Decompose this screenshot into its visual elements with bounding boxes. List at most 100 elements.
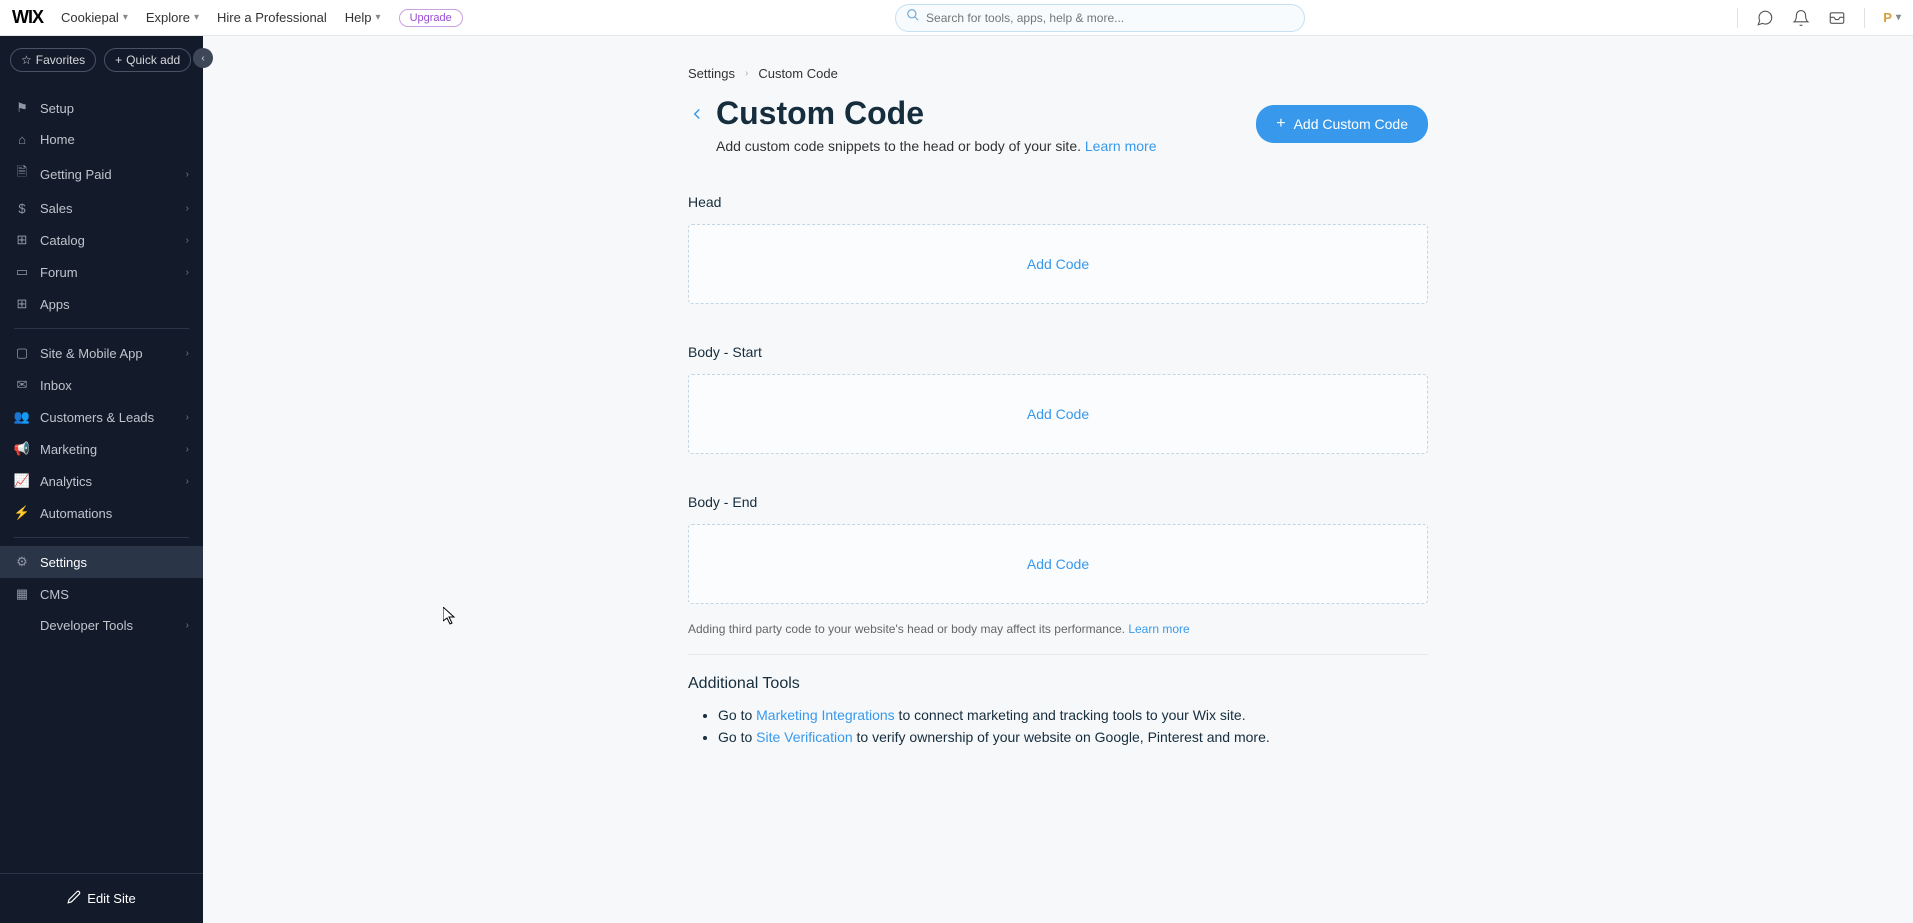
- favorites-button[interactable]: ☆ Favorites: [10, 48, 96, 72]
- head-add-code-box[interactable]: Add Code: [688, 224, 1428, 304]
- body-start-add-code-box[interactable]: Add Code: [688, 374, 1428, 454]
- marketing-integrations-link[interactable]: Marketing Integrations: [756, 707, 895, 723]
- upgrade-button[interactable]: Upgrade: [399, 9, 463, 27]
- tools-item-prefix: Go to: [718, 729, 756, 745]
- disclaimer-learn-more-link[interactable]: Learn more: [1128, 622, 1189, 636]
- search-box[interactable]: [895, 4, 1305, 32]
- chevron-down-icon: ▾: [1896, 12, 1901, 23]
- add-custom-code-button[interactable]: + Add Custom Code: [1256, 105, 1428, 143]
- sidebar-item-label: Forum: [40, 265, 78, 280]
- chevron-right-icon: ›: [186, 267, 189, 278]
- chevron-right-icon: ›: [186, 620, 189, 631]
- sidebar-item-analytics[interactable]: 📈Analytics›: [0, 465, 203, 497]
- body-end-add-code-box[interactable]: Add Code: [688, 524, 1428, 604]
- automations-icon: ⚡: [14, 505, 30, 521]
- sidebar-item-label: Settings: [40, 555, 87, 570]
- chevron-right-icon: ›: [186, 412, 189, 423]
- sidebar-item-getting-paid[interactable]: 🗎Getting Paid›: [0, 155, 203, 193]
- sidebar-item-developer-tools[interactable]: Developer Tools ›: [0, 610, 203, 641]
- sidebar-item-sales[interactable]: $Sales›: [0, 193, 203, 224]
- sidebar-nav: ⚑Setup⌂Home🗎Getting Paid›$Sales›⊞Catalog…: [0, 84, 203, 873]
- star-icon: ☆: [21, 53, 32, 67]
- quick-add-button[interactable]: + Quick add: [104, 48, 191, 72]
- sidebar-item-home[interactable]: ⌂Home: [0, 124, 203, 155]
- disclaimer-text: Adding third party code to your website'…: [688, 622, 1125, 636]
- site-verification-link[interactable]: Site Verification: [756, 729, 853, 745]
- main-content: Settings › Custom Code Custom Code Add c…: [203, 36, 1913, 923]
- body-start-section: Body - Start Add Code: [688, 344, 1428, 454]
- head-section: Head Add Code: [688, 194, 1428, 304]
- section-label: Head: [688, 194, 1428, 210]
- content-wrap: Settings › Custom Code Custom Code Add c…: [688, 66, 1428, 745]
- sidebar-item-label: Analytics: [40, 474, 92, 489]
- sidebar-divider: [14, 537, 189, 538]
- chevron-right-icon: ›: [186, 476, 189, 487]
- divider: [1737, 8, 1738, 28]
- sidebar-item-setup[interactable]: ⚑Setup: [0, 92, 203, 124]
- cms-icon: ▦: [14, 586, 30, 602]
- sidebar-item-site-mobile-app[interactable]: ▢Site & Mobile App›: [0, 337, 203, 369]
- learn-more-link[interactable]: Learn more: [1085, 138, 1157, 154]
- home-icon: ⌂: [14, 132, 30, 147]
- back-button[interactable]: [688, 105, 706, 128]
- chevron-down-icon: ▾: [123, 12, 128, 23]
- list-item: Go to Marketing Integrations to connect …: [718, 707, 1428, 723]
- divider: [1864, 8, 1865, 28]
- profile-letter: P: [1883, 10, 1892, 25]
- sidebar-item-automations[interactable]: ⚡Automations: [0, 497, 203, 529]
- sidebar-top-buttons: ☆ Favorites + Quick add: [0, 36, 203, 84]
- sidebar-item-customers-leads[interactable]: 👥Customers & Leads›: [0, 401, 203, 433]
- forum-icon: ▭: [14, 264, 30, 280]
- sidebar-item-forum[interactable]: ▭ Forum ›: [0, 256, 203, 288]
- sidebar-item-label: Setup: [40, 101, 74, 116]
- sidebar: ‹ ☆ Favorites + Quick add ⚑Setup⌂Home🗎Ge…: [0, 36, 203, 923]
- chevron-right-icon: ›: [186, 348, 189, 359]
- sidebar-item-marketing[interactable]: 📢Marketing›: [0, 433, 203, 465]
- wix-logo[interactable]: WIX: [12, 7, 43, 28]
- chevron-right-icon: ›: [186, 203, 189, 214]
- section-label: Body - Start: [688, 344, 1428, 360]
- site-selector[interactable]: Cookiepal ▾: [61, 10, 128, 25]
- sidebar-item-label: Developer Tools: [40, 618, 133, 633]
- sidebar-item-apps[interactable]: ⊞ Apps: [0, 288, 203, 320]
- topbar-left: WIX Cookiepal ▾ Explore ▾ Hire a Profess…: [12, 7, 463, 28]
- settings-icon: ⚙: [14, 554, 30, 570]
- layout: ‹ ☆ Favorites + Quick add ⚑Setup⌂Home 🗎 Ge…: [0, 36, 1913, 923]
- bell-icon[interactable]: [1792, 9, 1810, 27]
- sidebar-item-label: Apps: [40, 297, 70, 312]
- add-code-link: Add Code: [1027, 256, 1089, 272]
- sidebar-collapse-button[interactable]: ‹: [193, 48, 213, 68]
- explore-menu[interactable]: Explore ▾: [146, 10, 199, 25]
- plus-icon: +: [1276, 115, 1285, 133]
- sidebar-item-catalog[interactable]: ⊞Catalog›: [0, 224, 203, 256]
- chevron-right-icon: ›: [186, 444, 189, 455]
- getting-paid-icon: 🗎: [14, 163, 30, 185]
- tools-item-prefix: Go to: [718, 707, 756, 723]
- profile-menu[interactable]: P ▾: [1883, 10, 1901, 25]
- topbar: WIX Cookiepal ▾ Explore ▾ Hire a Profess…: [0, 0, 1913, 36]
- hire-link[interactable]: Hire a Professional: [217, 10, 327, 25]
- sidebar-item-inbox[interactable]: ✉Inbox: [0, 369, 203, 401]
- catalog-icon: ⊞: [14, 232, 30, 248]
- search-input[interactable]: [926, 11, 1294, 25]
- chevron-right-icon: ›: [745, 68, 748, 79]
- breadcrumb-settings[interactable]: Settings: [688, 66, 735, 81]
- inbox-icon[interactable]: [1828, 9, 1846, 27]
- tools-list: Go to Marketing Integrations to connect …: [688, 707, 1428, 745]
- search-wrap: [475, 4, 1726, 32]
- customers-leads-icon: 👥: [14, 409, 30, 425]
- chat-icon[interactable]: [1756, 9, 1774, 27]
- sidebar-item-label: Getting Paid: [40, 167, 112, 182]
- help-label: Help: [345, 10, 372, 25]
- sidebar-item-cms[interactable]: ▦CMS: [0, 578, 203, 610]
- apps-icon: ⊞: [14, 296, 30, 312]
- search-icon: [906, 8, 920, 27]
- edit-site-button[interactable]: Edit Site: [10, 884, 193, 913]
- section-label: Body - End: [688, 494, 1428, 510]
- sidebar-item-settings[interactable]: ⚙ Settings: [0, 546, 203, 578]
- site-name-label: Cookiepal: [61, 10, 119, 25]
- help-menu[interactable]: Help ▾: [345, 10, 381, 25]
- list-item: Go to Site Verification to verify owners…: [718, 729, 1428, 745]
- chevron-down-icon: ▾: [194, 12, 199, 23]
- sidebar-item-label: Inbox: [40, 378, 72, 393]
